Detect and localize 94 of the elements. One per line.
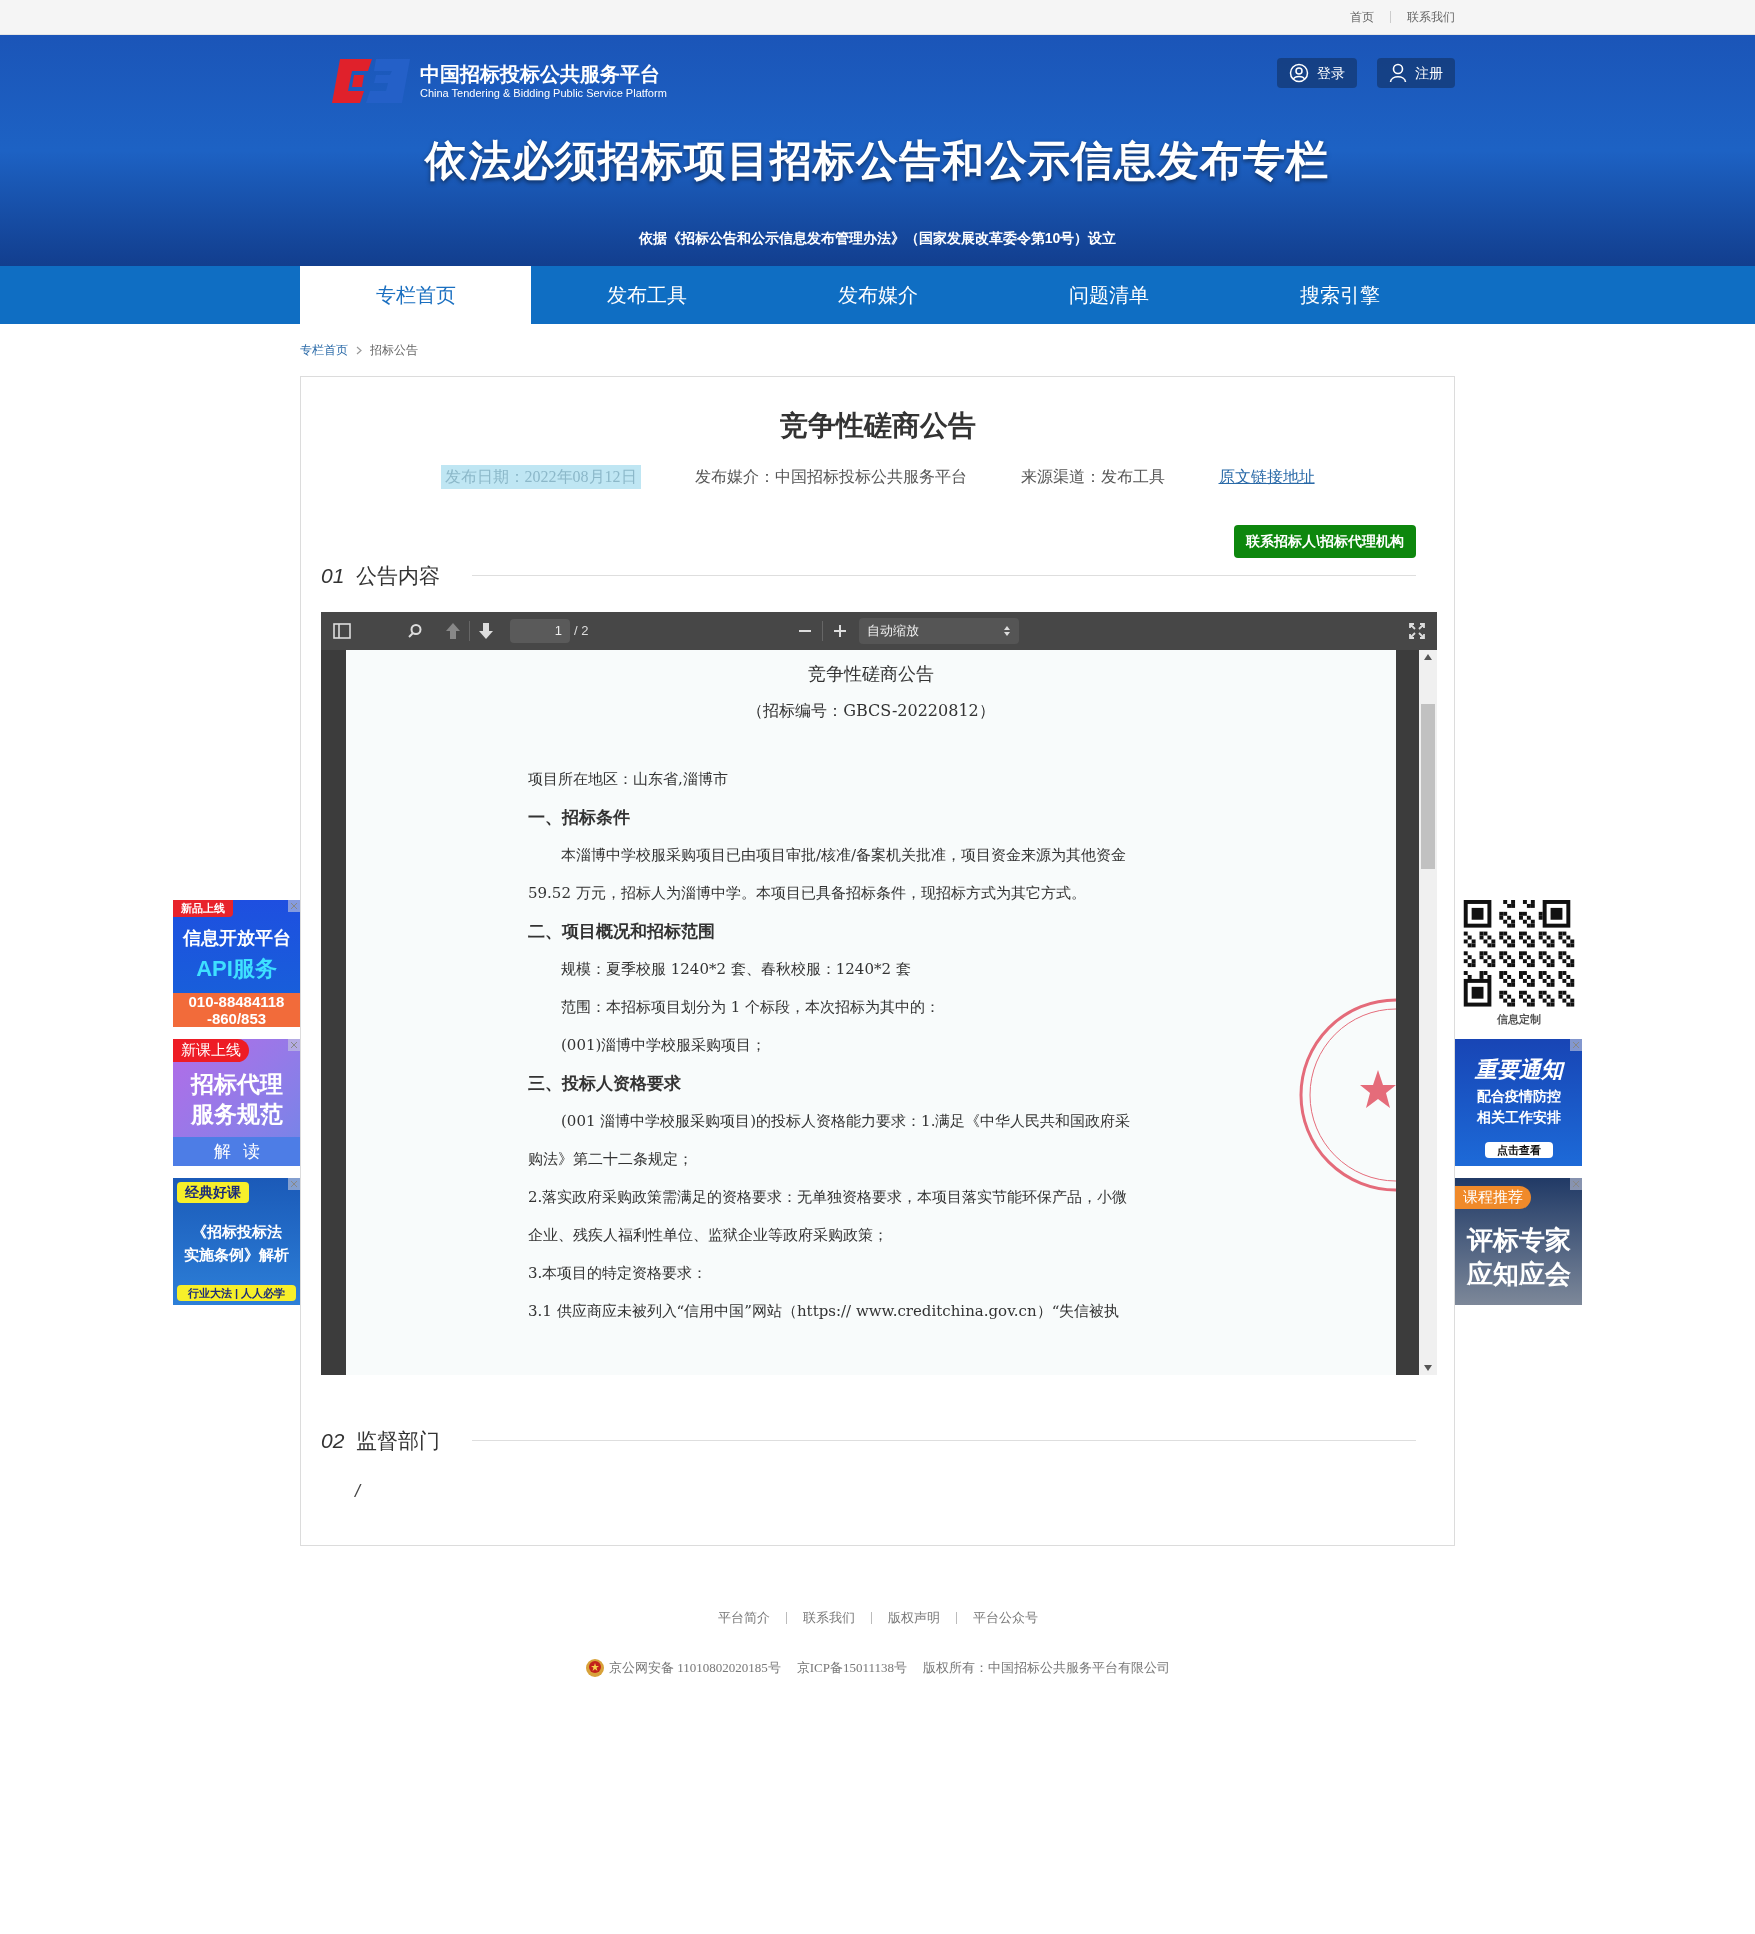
document-text: (001 淄博中学校服采购项目)的投标人资格能力要求：1.满足《中华人民共和国政府采 <box>561 1110 1131 1132</box>
ad-text: 服务规范 <box>190 1100 283 1129</box>
banner-subtitle: 依据《招标公告和公示信息发布管理办法》（国家发展改革委令第10号）设立 <box>638 229 1117 248</box>
document-text: 59.52 万元，招标人为淄博中学。本项目已具备招标条件，现招标方式为其它方式。 <box>528 882 1086 904</box>
breadcrumb-current: 招标公告 <box>370 342 418 359</box>
select-arrows-icon <box>1003 624 1011 637</box>
zoom-select[interactable]: 自动缩放 <box>859 617 1019 644</box>
ad-footer-text: 点击查看 <box>1496 1142 1541 1158</box>
fullscreen-icon[interactable] <box>1409 622 1425 639</box>
document-heading: 一、招标条件 <box>528 805 630 829</box>
user-circle-icon <box>1289 63 1309 83</box>
document-heading: 三、投标人资格要求 <box>528 1071 681 1095</box>
document-text: 2.落实政府采购政策需满足的资格要求：无单独资格要求，本项目落实节能环保产品，小微 <box>528 1186 1128 1208</box>
meta-text: 来源渠道：发布工具 <box>1020 467 1165 487</box>
ad-banner[interactable]: 课程推荐 评标专家 应知应会 <box>1455 1178 1582 1305</box>
section-body: / <box>355 1480 363 1503</box>
section-number: 01 <box>321 563 345 589</box>
ad-footer-text: 读 <box>242 1140 260 1163</box>
document-text: 本淄博中学校服采购项目已由项目审批/核准/备案机关批准，项目资金来源为其他资金 <box>561 844 1127 866</box>
scrollbar[interactable] <box>1419 649 1437 1375</box>
ad-text: 相关工作安排 <box>1476 1107 1561 1127</box>
search-icon[interactable] <box>407 622 423 639</box>
ad-banner[interactable]: 重要通知 配合疫情防控 相关工作安排 点击查看 <box>1455 1039 1582 1166</box>
ad-text: 重要通知 <box>1474 1055 1563 1084</box>
ad-text: 信息开放平台 <box>182 926 291 950</box>
document-text: 规模：夏季校服 1240*2 套、春秋校服：1240*2 套 <box>561 958 911 980</box>
chevron-icon <box>356 345 362 355</box>
arrow-up-icon[interactable] <box>445 621 461 640</box>
ad-text: 实施条例》解析 <box>184 1244 289 1265</box>
ad-banner[interactable]: 新课上线 招标代理 服务规范 解 读 <box>173 1039 300 1166</box>
ad-tag: 新品上线 <box>173 900 233 917</box>
zoom-in-icon[interactable] <box>833 623 847 638</box>
logo-subtitle: China Tendering & Bidding Public Service Platform <box>420 86 667 101</box>
breadcrumb-link[interactable]: 专栏首页 <box>300 341 348 359</box>
document-text: 3.1 供应商应未被列入“信用中国”网站（https:// www.creditchina.gov.cn）“失信被执 <box>528 1300 1120 1322</box>
document-heading: 二、项目概况和招标范围 <box>528 919 715 943</box>
scroll-up-icon[interactable] <box>1424 653 1432 660</box>
ad-footer-text: 010-88484118 <box>188 993 285 1010</box>
nav-tab[interactable]: 专栏首页 <box>300 266 531 324</box>
meta-text: 发布媒介：中国招标投标公共服务平台 <box>694 467 967 487</box>
ad-text: 应知应会 <box>1466 1257 1571 1291</box>
top-link[interactable]: 首页 <box>1350 8 1374 26</box>
document-title: 竞争性磋商公告 <box>808 661 934 686</box>
footer-link[interactable]: 版权声明 <box>887 1608 940 1628</box>
ad-tag: 经典好课 <box>177 1182 249 1203</box>
document-text: (001)淄博中学校服采购项目； <box>561 1034 767 1056</box>
footer-link[interactable]: 平台公众号 <box>972 1608 1038 1628</box>
document-text: 项目所在地区：山东省,淄博市 <box>528 768 728 790</box>
document-text: 范围：本招标项目划分为 1 个标段，本次招标为其中的： <box>561 996 941 1018</box>
document-text: 企业、残疾人福利性单位、监狱企业等政府采购政策； <box>528 1224 888 1246</box>
footer-link[interactable]: 联系我们 <box>802 1608 855 1628</box>
ad-text: 《招标投标法 <box>191 1222 282 1243</box>
ad-tag: 课程推荐 <box>1455 1186 1531 1209</box>
document-text: 购法》第二十二条规定； <box>528 1148 693 1170</box>
footer-link[interactable]: 平台简介 <box>717 1608 770 1628</box>
nav-tab[interactable]: 发布媒介 <box>762 266 993 324</box>
nav-tab[interactable]: 搜索引擎 <box>1224 266 1455 324</box>
top-link[interactable]: 联系我们 <box>1407 8 1455 26</box>
qr-caption: 信息定制 <box>1496 1011 1541 1027</box>
section-title: 监督部门 <box>356 1427 441 1454</box>
ad-text: 招标代理 <box>190 1070 283 1099</box>
scroll-down-icon[interactable] <box>1424 1364 1432 1371</box>
copyright-text: 版权所有：中国招标公共服务平台有限公司 <box>923 1658 1170 1677</box>
ad-tag: 新课上线 <box>173 1039 249 1062</box>
register-button[interactable]: 注册 <box>1377 58 1455 88</box>
banner-title: 依法必须招标项目招标公告和公示信息发布专栏 <box>425 136 1330 186</box>
ad-banner[interactable]: 经典好课 《招标投标法 实施条例》解析 行业大法 | 人人必学 <box>173 1178 300 1305</box>
copyright-text: 京公网安备 11010802020185号 <box>608 1658 781 1677</box>
ad-banner[interactable]: 新品上线 信息开放平台 API服务 010-88484118 -860/853 <box>173 900 300 1027</box>
ad-text: API服务 <box>196 954 277 983</box>
page-count: / 2 <box>574 621 589 640</box>
arrow-down-icon[interactable] <box>478 621 494 640</box>
copyright-text: 京ICP备15011138号 <box>796 1658 907 1677</box>
nav-tab[interactable]: 发布工具 <box>531 266 762 324</box>
page-number-field[interactable]: 1 <box>510 618 570 643</box>
ad-text: 配合疫情防控 <box>1476 1086 1561 1106</box>
document-subtitle: （招标编号：GBCS-20220812） <box>747 699 995 722</box>
section-number: 02 <box>321 1427 345 1454</box>
sidebar-toggle-icon[interactable] <box>333 622 351 639</box>
nav-tab[interactable]: 问题清单 <box>993 266 1224 324</box>
contact-button[interactable]: 联系招标人\招标代理机构 <box>1234 525 1416 558</box>
section-title: 公告内容 <box>356 563 441 589</box>
ad-text: 评标专家 <box>1466 1223 1571 1257</box>
ad-footer-text: 行业大法 | 人人必学 <box>187 1285 286 1301</box>
ad-footer-text: -860/853 <box>206 1010 267 1027</box>
user-icon <box>1389 63 1407 83</box>
notice-title: 竞争性磋商公告 <box>779 409 976 443</box>
ad-footer-text: 解 <box>213 1140 231 1163</box>
source-link[interactable]: 原文链接地址 <box>1218 465 1315 489</box>
logo-title: 中国招标投标公共服务平台 <box>420 61 661 87</box>
police-emblem-icon <box>584 1657 605 1678</box>
document-text: 3.本项目的特定资格要求： <box>528 1262 708 1284</box>
scrollbar-thumb[interactable] <box>1421 703 1435 869</box>
login-button[interactable]: 登录 <box>1277 58 1357 88</box>
